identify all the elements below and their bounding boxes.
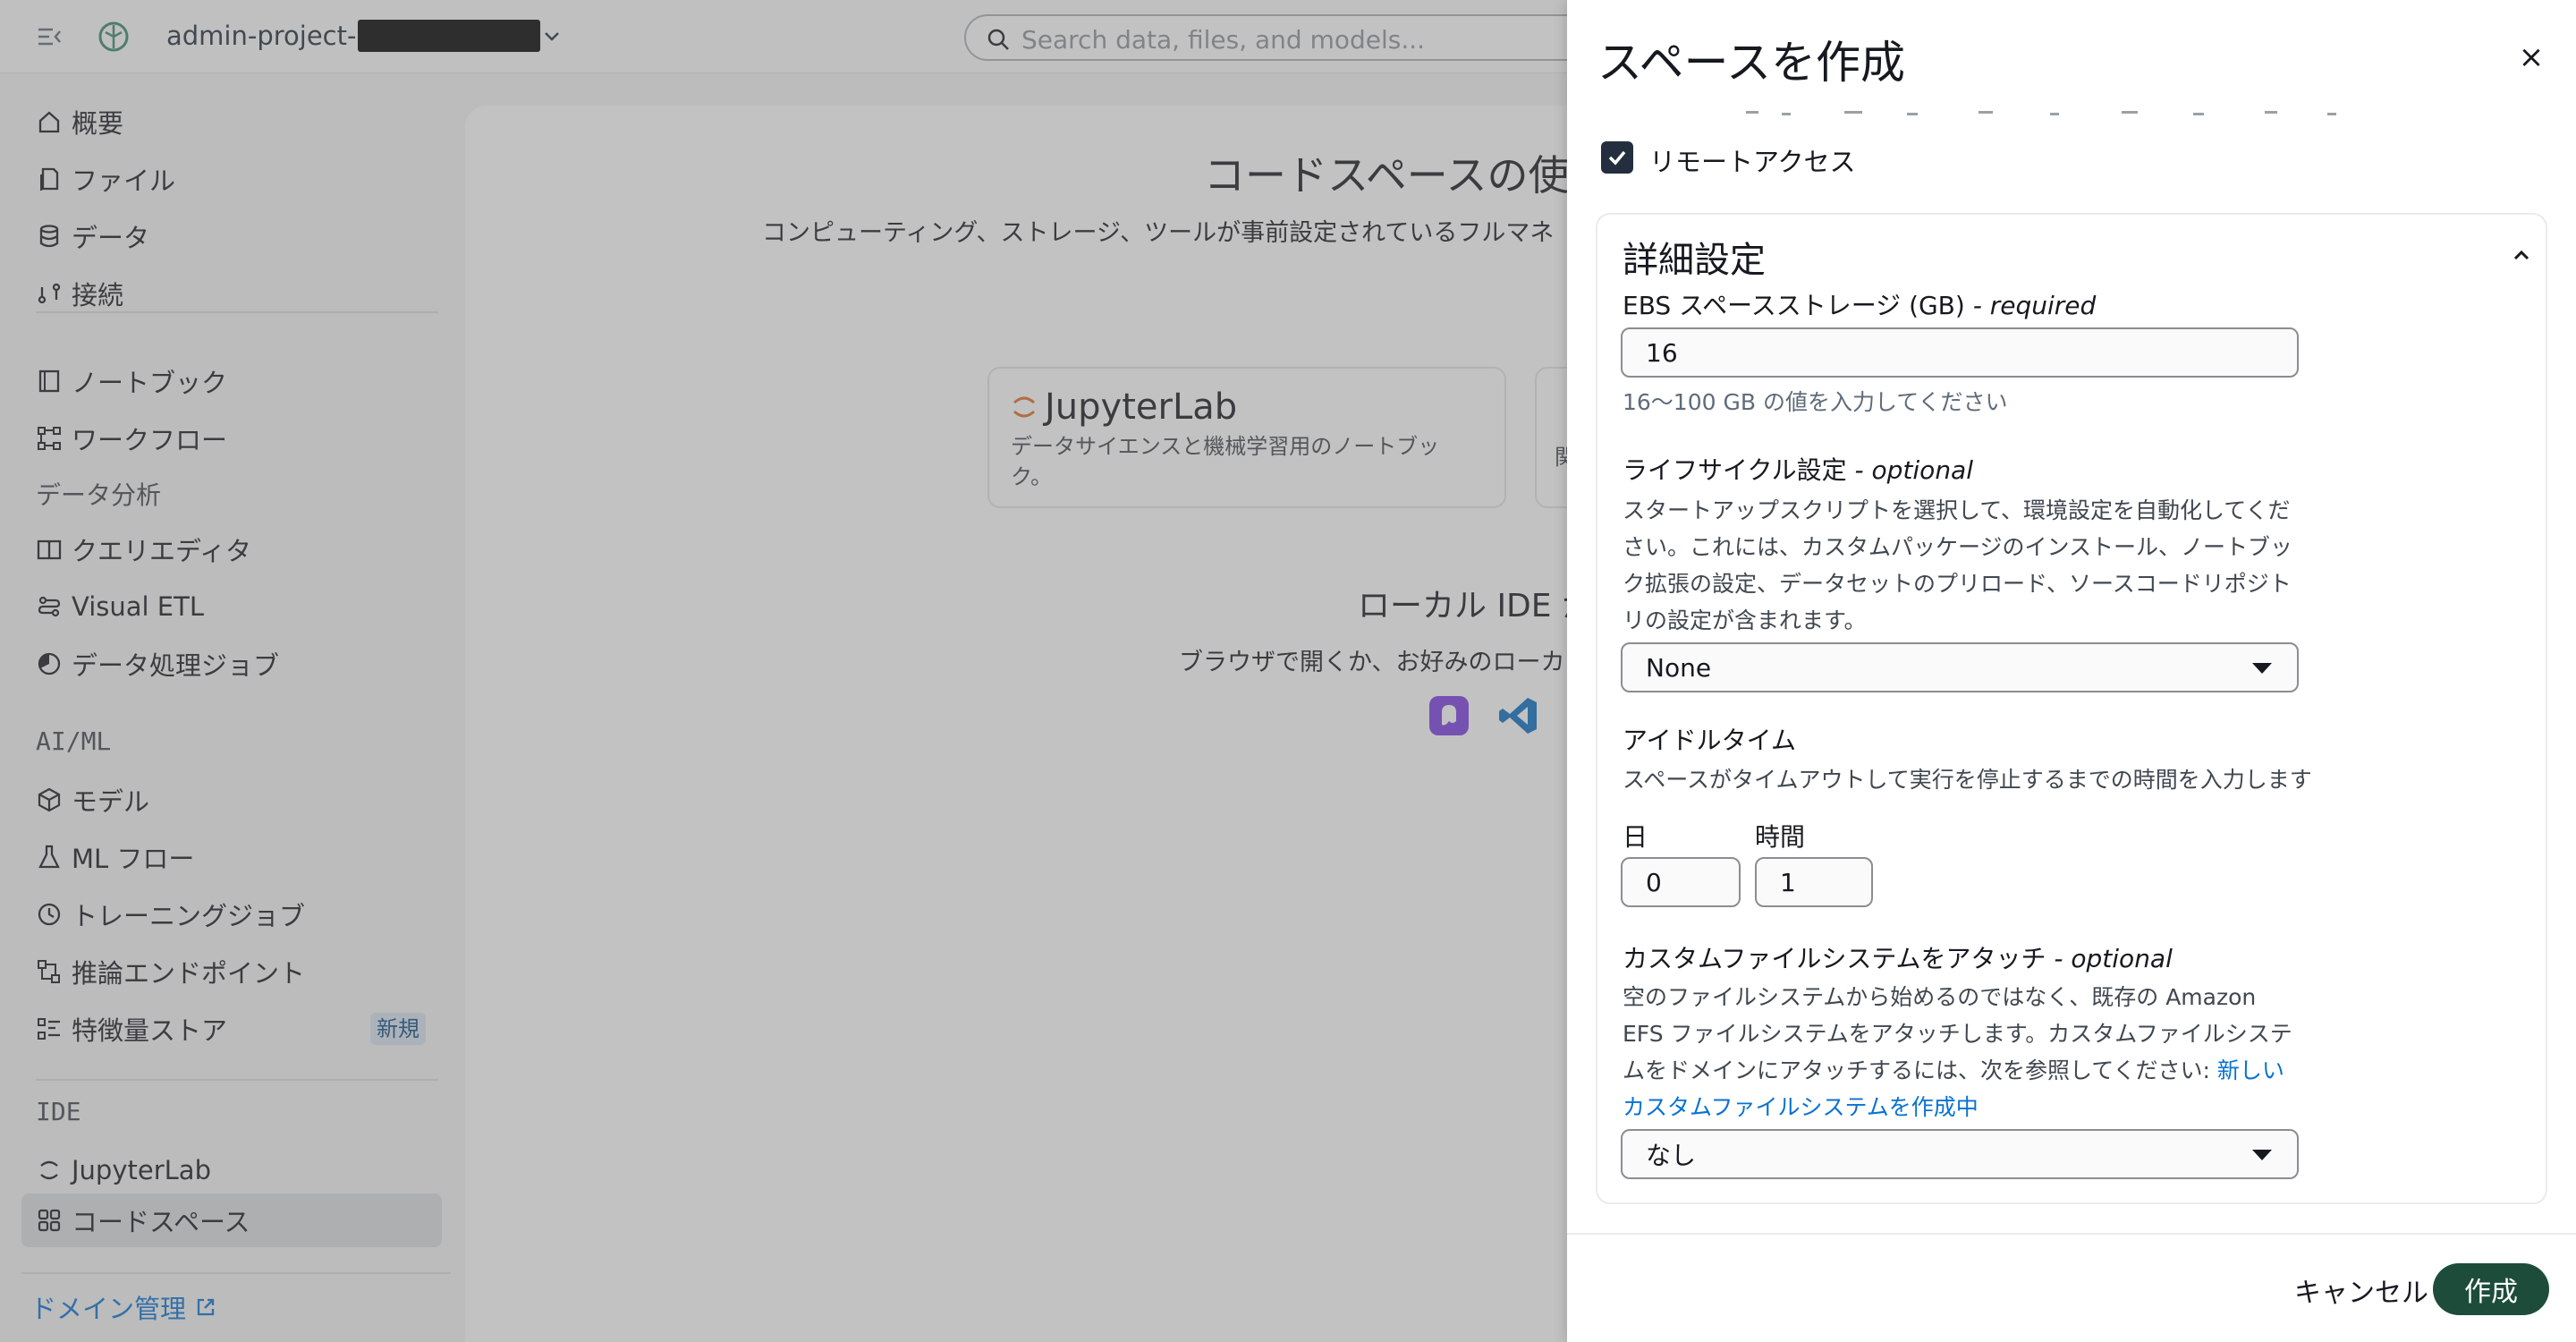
remote-access-checkbox[interactable] — [1601, 141, 1633, 174]
drawer-title: スペースを作成 — [1597, 37, 1905, 89]
advanced-settings-title[interactable]: 詳細設定 — [1623, 231, 1766, 283]
lifecycle-select-value: None — [1646, 652, 1712, 683]
efs-description-text: 空のファイルシステムから始めるのではなく、既存の Amazon EFS ファイル… — [1623, 984, 2292, 1083]
hours-input[interactable]: 1 — [1755, 857, 1873, 907]
filesystem-select-value: なし — [1646, 1141, 1697, 1170]
lifecycle-label-text: ライフサイクル設定 — [1623, 455, 1847, 485]
create-space-drawer: スペースを作成 × リモートアクセス 詳細設定 EBS スペースストレージ (G… — [1567, 0, 2576, 1342]
caret-down-icon — [2252, 1150, 2272, 1160]
custom-filesystem-description: 空のファイルシステムから始めるのではなく、既存の Amazon EFS ファイル… — [1623, 979, 2302, 1125]
ebs-storage-label: EBS スペースストレージ (GB) - required — [1623, 286, 2096, 322]
days-input[interactable]: 0 — [1621, 857, 1741, 907]
optional-tag: - optional — [2054, 944, 2173, 973]
days-label: 日 — [1623, 822, 1648, 852]
lifecycle-config-description: スタートアップスクリプトを選択して、環境設定を自動化してください。これには、カス… — [1623, 497, 2293, 633]
efs-label-text: カスタムファイルシステムをアタッチ — [1623, 944, 2046, 973]
ebs-label-text: EBS スペースストレージ (GB) — [1623, 291, 1965, 320]
close-button[interactable]: × — [2513, 39, 2549, 75]
idle-time-label: アイドルタイム — [1623, 726, 1797, 755]
optional-tag: - optional — [1854, 455, 1973, 485]
idle-time-description: スペースがタイムアウトして実行を停止するまでの時間を入力します — [1623, 767, 2312, 793]
custom-filesystem-select[interactable]: なし — [1621, 1129, 2299, 1179]
modal-backdrop[interactable] — [0, 0, 1567, 1342]
ebs-storage-hint: 16～100 GB の値を入力してください — [1623, 389, 2008, 415]
create-button[interactable]: 作成 — [2433, 1263, 2549, 1315]
footer-divider — [1567, 1233, 2576, 1235]
advanced-settings-section: 詳細設定 EBS スペースストレージ (GB) - required 16 16… — [1596, 213, 2547, 1204]
chevron-up-icon[interactable] — [2510, 243, 2533, 267]
scrolled-text-fragment — [1746, 111, 2336, 115]
lifecycle-config-label: ライフサイクル設定 - optional — [1623, 451, 1973, 487]
remote-access-label: リモートアクセス — [1649, 147, 1856, 177]
lifecycle-config-select[interactable]: None — [1621, 642, 2299, 692]
cancel-button[interactable]: キャンセル — [2272, 1265, 2451, 1315]
ebs-storage-input[interactable]: 16 — [1621, 327, 2299, 378]
required-tag: - required — [1972, 291, 2097, 320]
check-icon — [1608, 150, 1626, 166]
hours-label: 時間 — [1755, 822, 1806, 852]
custom-filesystem-label: カスタムファイルシステムをアタッチ - optional — [1623, 939, 2173, 975]
caret-down-icon — [2252, 663, 2272, 674]
